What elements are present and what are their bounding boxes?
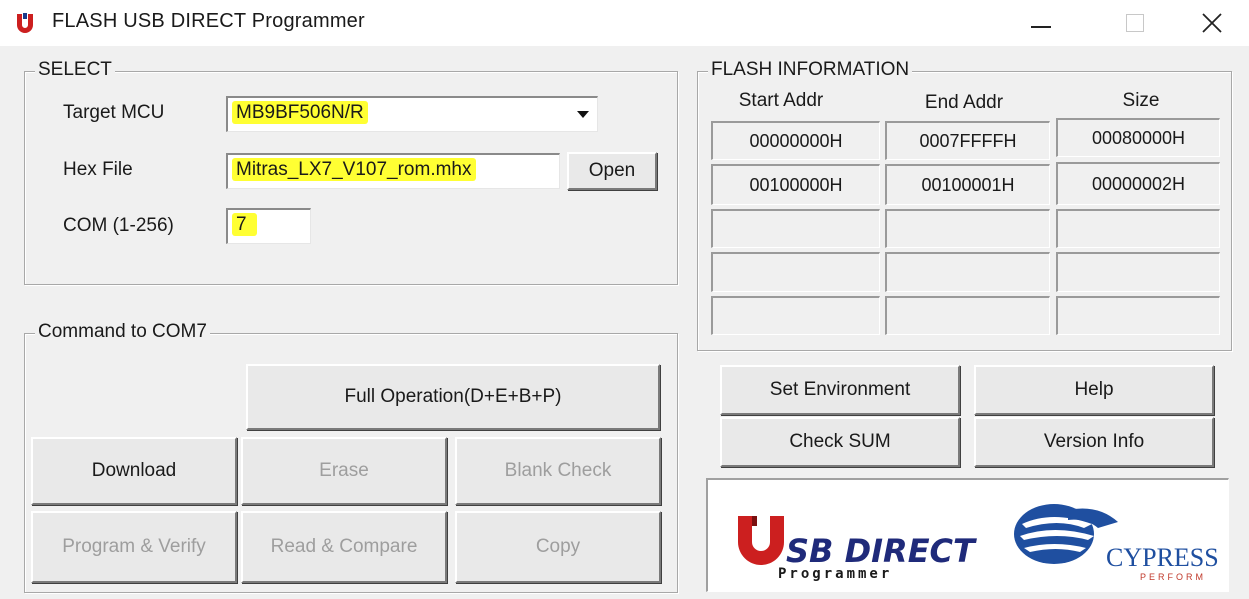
version-info-button[interactable]: Version Info bbox=[974, 417, 1214, 467]
flash-cell-r1-start: 00100000H bbox=[711, 164, 880, 205]
maximize-button[interactable] bbox=[1104, 0, 1164, 46]
read-compare-button[interactable]: Read & Compare bbox=[241, 511, 447, 583]
flash-cell-r2-size bbox=[1056, 209, 1220, 248]
flash-cell-r3-end bbox=[885, 252, 1050, 292]
target-mcu-select[interactable]: MB9BF506N/R bbox=[226, 96, 598, 132]
flash-cell-r1-end: 00100001H bbox=[885, 164, 1050, 205]
erase-button[interactable]: Erase bbox=[241, 437, 447, 505]
cypress-tagline: PERFORM bbox=[1140, 572, 1206, 582]
check-sum-button[interactable]: Check SUM bbox=[720, 417, 960, 467]
chevron-down-icon[interactable] bbox=[571, 100, 595, 128]
logo-panel: U SB DIRECT Programmer CYPRESS PERFORM bbox=[706, 478, 1229, 592]
com-label: COM (1-256) bbox=[63, 215, 174, 236]
flash-cell-r3-size bbox=[1056, 252, 1220, 292]
select-group-title: SELECT bbox=[35, 59, 115, 81]
close-button[interactable] bbox=[1182, 0, 1242, 46]
usb-direct-subtitle: Programmer bbox=[778, 566, 892, 582]
open-button[interactable]: Open bbox=[567, 152, 657, 190]
column-header-end-addr: End Addr bbox=[924, 92, 1004, 113]
flash-cell-r0-start: 00000000H bbox=[711, 121, 880, 160]
program-verify-button[interactable]: Program & Verify bbox=[31, 511, 237, 583]
flash-cell-r0-end: 0007FFFFH bbox=[885, 121, 1050, 160]
usb-direct-title: SB DIRECT bbox=[786, 532, 977, 570]
flash-cell-r4-size bbox=[1056, 296, 1220, 335]
flash-cell-r4-start bbox=[711, 296, 880, 335]
set-environment-button[interactable]: Set Environment bbox=[720, 365, 960, 415]
flash-cell-r0-size: 00080000H bbox=[1056, 118, 1220, 157]
hex-file-label: Hex File bbox=[63, 159, 133, 180]
cypress-name: CYPRESS bbox=[1106, 543, 1219, 572]
hex-file-value: Mitras_LX7_V107_rom.mhx bbox=[232, 158, 476, 181]
flash-information-title: FLASH INFORMATION bbox=[708, 59, 913, 81]
cypress-logo: CYPRESS PERFORM bbox=[1014, 504, 1219, 582]
com-port-field[interactable]: 7 bbox=[226, 208, 311, 244]
command-group-title: Command to COM7 bbox=[35, 321, 210, 343]
target-mcu-label: Target MCU bbox=[63, 102, 165, 123]
blank-check-button[interactable]: Blank Check bbox=[455, 437, 661, 505]
minimize-button[interactable] bbox=[1012, 0, 1072, 46]
full-operation-button[interactable]: Full Operation(D+E+B+P) bbox=[246, 364, 660, 430]
help-button[interactable]: Help bbox=[974, 365, 1214, 415]
flash-cell-r3-start bbox=[711, 252, 880, 292]
target-mcu-value: MB9BF506N/R bbox=[232, 101, 368, 124]
com-port-value: 7 bbox=[232, 213, 257, 236]
flash-cell-r1-size: 00000002H bbox=[1056, 162, 1220, 205]
usb-direct-logo: U SB DIRECT Programmer CYPRESS PERFORM bbox=[738, 504, 1219, 582]
window-title: FLASH USB DIRECT Programmer bbox=[52, 10, 365, 32]
flash-cell-r2-end bbox=[885, 209, 1050, 248]
hex-file-field[interactable]: Mitras_LX7_V107_rom.mhx bbox=[226, 153, 560, 189]
u-logo-icon bbox=[17, 13, 33, 33]
title-bar: FLASH USB DIRECT Programmer bbox=[0, 0, 1249, 46]
flash-cell-r2-start bbox=[711, 209, 880, 248]
close-icon bbox=[1202, 13, 1222, 33]
column-header-size: Size bbox=[1122, 90, 1160, 111]
download-button[interactable]: Download bbox=[31, 437, 237, 505]
copy-button[interactable]: Copy bbox=[455, 511, 661, 583]
column-header-start-addr: Start Addr bbox=[738, 90, 824, 111]
flash-cell-r4-end bbox=[885, 296, 1050, 335]
